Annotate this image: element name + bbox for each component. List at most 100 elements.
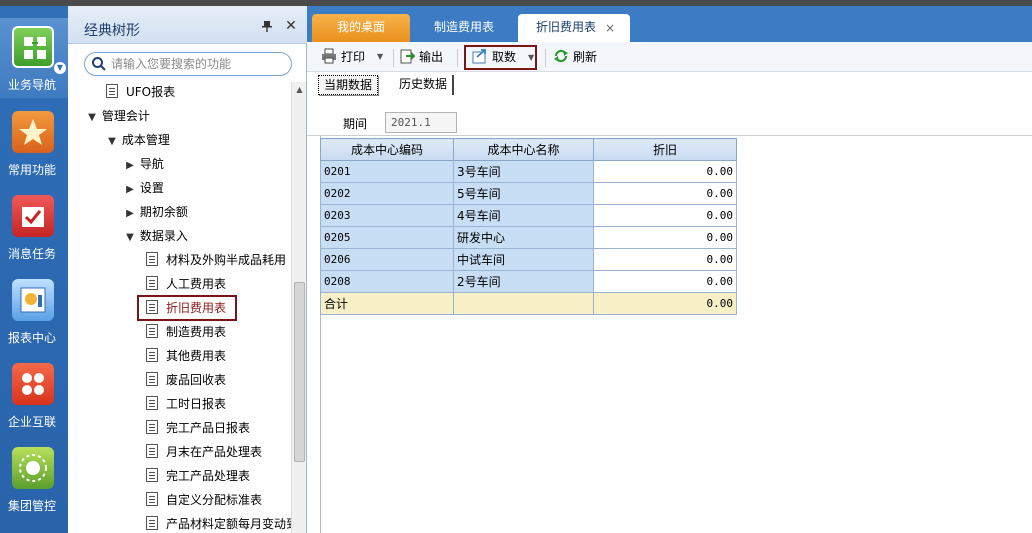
tree-item-materials[interactable]: 材料及外购半成品耗用 bbox=[146, 250, 286, 270]
close-tab-icon[interactable]: × bbox=[605, 21, 615, 35]
tree-item-opening-balance[interactable]: ▶ 期初余额 bbox=[124, 202, 188, 222]
column-header[interactable]: 折旧 bbox=[593, 138, 737, 161]
cost-center-name-cell[interactable]: 中试车间 bbox=[453, 248, 594, 271]
cost-center-name-cell[interactable]: 5号车间 bbox=[453, 182, 594, 205]
tree-item-finished-processing[interactable]: 完工产品处理表 bbox=[146, 466, 250, 486]
period-field[interactable] bbox=[385, 112, 457, 133]
tree-item-management-accounting[interactable]: ▼ 管理会计 bbox=[86, 106, 150, 126]
depreciation-cell[interactable]: 0.00 bbox=[593, 160, 737, 183]
cost-center-code-cell[interactable]: 0208 bbox=[320, 270, 454, 293]
tree-item-other-costs[interactable]: 其他费用表 bbox=[146, 346, 226, 366]
tree-item-ufo[interactable]: UFO报表 bbox=[106, 82, 175, 102]
nav-messages[interactable]: 消息任务 bbox=[0, 187, 68, 267]
tree-item-label: 废品回收表 bbox=[166, 373, 227, 387]
fetch-data-button[interactable]: 取数 ▼ bbox=[464, 45, 537, 70]
nav-group[interactable]: 集团管控 bbox=[0, 439, 68, 519]
cost-center-name-cell[interactable]: 4号车间 bbox=[453, 204, 594, 227]
tree-item-wip[interactable]: 月末在产品处理表 bbox=[146, 442, 262, 462]
document-icon bbox=[146, 420, 158, 434]
tree-item-label: 导航 bbox=[139, 157, 164, 171]
business-nav-icon bbox=[12, 26, 54, 68]
search-input[interactable] bbox=[111, 56, 281, 72]
cost-center-code-cell[interactable]: 0206 bbox=[320, 248, 454, 271]
document-icon bbox=[146, 276, 158, 290]
tree-item-label: 成本管理 bbox=[121, 133, 170, 147]
table-row[interactable]: 0202 5号车间 0.00 bbox=[320, 182, 737, 205]
depreciation-cell[interactable]: 0.00 bbox=[593, 204, 737, 227]
nav-favorites[interactable]: 常用功能 bbox=[0, 103, 68, 183]
subtab-history-data[interactable]: 历史数据 bbox=[394, 75, 455, 95]
tree-item-label: 折旧费用表 bbox=[166, 301, 227, 315]
tree-item-manufacturing[interactable]: 制造费用表 bbox=[146, 322, 226, 342]
nav-enterprise[interactable]: 企业互联 bbox=[0, 355, 68, 435]
cost-center-name-cell[interactable]: 3号车间 bbox=[453, 160, 594, 183]
filter-area: 期间 bbox=[307, 98, 1032, 136]
nav-reports[interactable]: 报表中心 bbox=[0, 271, 68, 351]
tree-item-label: 自定义分配标准表 bbox=[166, 493, 263, 507]
printer-icon bbox=[322, 48, 336, 64]
refresh-button[interactable]: 刷新 bbox=[553, 46, 597, 68]
left-icon-bar: ▼ 业务导航 常用功能 消息任务 报表中心 企业互联 集团管控 bbox=[0, 6, 68, 533]
tree-item-navigation[interactable]: ▶ 导航 bbox=[124, 154, 164, 174]
enterprise-connect-icon bbox=[12, 363, 54, 405]
tree-item-label: 产品材料定额每月变动到 bbox=[166, 517, 291, 531]
tree-item-label: 月末在产品处理表 bbox=[166, 445, 263, 459]
close-icon[interactable]: ✕ bbox=[284, 19, 298, 33]
tree-item-finished-daily[interactable]: 完工产品日报表 bbox=[146, 418, 250, 438]
tab-my-desktop[interactable]: 我的桌面 bbox=[312, 14, 410, 42]
cost-center-name-cell[interactable]: 研发中心 bbox=[453, 226, 594, 249]
tree-item-label: 材料及外购半成品耗用 bbox=[166, 253, 287, 267]
table-row[interactable]: 0206 中试车间 0.00 bbox=[320, 248, 737, 271]
tree-item-label: 设置 bbox=[139, 181, 164, 195]
cost-center-code-cell[interactable]: 0203 bbox=[320, 204, 454, 227]
scroll-thumb[interactable] bbox=[294, 282, 305, 462]
search-box[interactable] bbox=[84, 52, 292, 76]
tree-item-data-entry[interactable]: ▼ 数据录入 bbox=[124, 226, 188, 246]
pin-icon[interactable] bbox=[261, 20, 273, 32]
tree-scrollbar[interactable]: ▲ bbox=[291, 82, 306, 533]
document-icon bbox=[146, 468, 158, 482]
table-row[interactable]: 0201 3号车间 0.00 bbox=[320, 160, 737, 183]
tree-item-scrap[interactable]: 废品回收表 bbox=[146, 370, 226, 390]
depreciation-cell[interactable]: 0.00 bbox=[593, 182, 737, 205]
scroll-up-arrow-icon[interactable]: ▲ bbox=[292, 82, 307, 97]
tree-item-depreciation[interactable]: 折旧费用表 bbox=[136, 295, 238, 321]
tree-item-label: 完工产品处理表 bbox=[166, 469, 251, 483]
table-row[interactable]: 0205 研发中心 0.00 bbox=[320, 226, 737, 249]
print-button[interactable]: 打印 bbox=[321, 46, 365, 68]
cost-center-name-cell[interactable]: 2号车间 bbox=[453, 270, 594, 293]
tree-title: 经典树形 bbox=[84, 23, 140, 39]
table-row[interactable]: 0203 4号车间 0.00 bbox=[320, 204, 737, 227]
nav-business[interactable]: ▼ 业务导航 bbox=[0, 18, 68, 98]
tab-manufacturing-expense[interactable]: 制造费用表 bbox=[413, 14, 515, 42]
tree-item-labor[interactable]: 人工费用表 bbox=[146, 274, 226, 294]
tree-item-settings[interactable]: ▶ 设置 bbox=[124, 178, 164, 198]
document-icon bbox=[146, 300, 158, 314]
depreciation-grid: 成本中心编码 成本中心名称 折旧 0201 3号车间 0.00 0202 5号车… bbox=[320, 138, 737, 315]
export-icon bbox=[400, 49, 415, 64]
tree-item-cost-management[interactable]: ▼ 成本管理 bbox=[106, 130, 170, 150]
export-button[interactable]: 输出 bbox=[399, 46, 443, 68]
total-empty-cell bbox=[453, 292, 594, 315]
chevron-down-icon: ▼ bbox=[126, 232, 134, 243]
column-header[interactable]: 成本中心编码 bbox=[320, 138, 454, 161]
toolbar-divider bbox=[457, 49, 458, 67]
tree-item-material-quota[interactable]: 产品材料定额每月变动到 bbox=[146, 514, 291, 533]
document-icon bbox=[146, 492, 158, 506]
cost-center-code-cell[interactable]: 0201 bbox=[320, 160, 454, 183]
tree-item-custom-allocation[interactable]: 自定义分配标准表 bbox=[146, 490, 262, 510]
chevron-down-icon[interactable]: ▼ bbox=[54, 62, 66, 74]
cost-center-code-cell[interactable]: 0202 bbox=[320, 182, 454, 205]
document-icon bbox=[146, 324, 158, 338]
subtab-current-data[interactable]: 当期数据 bbox=[318, 75, 379, 95]
print-dropdown-icon[interactable]: ▼ bbox=[377, 46, 383, 68]
depreciation-cell[interactable]: 0.00 bbox=[593, 270, 737, 293]
fetch-dropdown-icon[interactable]: ▼ bbox=[528, 47, 534, 68]
table-row[interactable]: 0208 2号车间 0.00 bbox=[320, 270, 737, 293]
tree-item-work-hours[interactable]: 工时日报表 bbox=[146, 394, 226, 414]
depreciation-cell[interactable]: 0.00 bbox=[593, 248, 737, 271]
period-label: 期间 bbox=[343, 117, 368, 131]
cost-center-code-cell[interactable]: 0205 bbox=[320, 226, 454, 249]
depreciation-cell[interactable]: 0.00 bbox=[593, 226, 737, 249]
column-header[interactable]: 成本中心名称 bbox=[453, 138, 594, 161]
